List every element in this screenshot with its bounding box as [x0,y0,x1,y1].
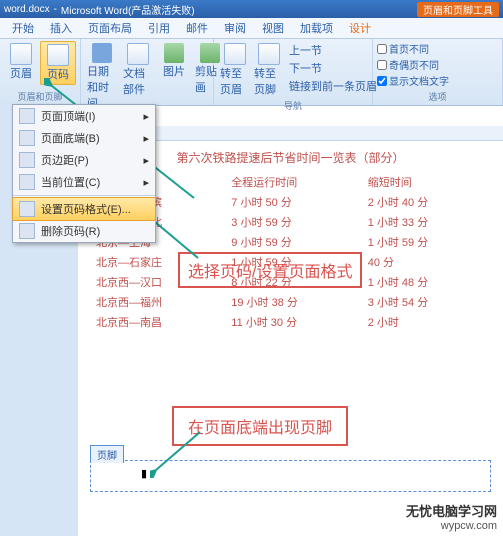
contextual-tab: 页眉和页脚工具 [417,2,499,17]
header-button[interactable]: 页眉 [4,41,38,85]
menu-separator [13,195,155,196]
picture-icon [164,43,184,63]
footer-tab-label: 页脚 [90,445,124,463]
table-row: 北京西—南昌11 小时 30 分2 小时 [92,312,489,332]
group-opt-label: 选项 [377,90,498,103]
tab-layout[interactable]: 页面布局 [80,20,140,36]
tab-mailings[interactable]: 邮件 [178,20,216,36]
annotation-footer-appears: 在页面底端出现页脚 [172,406,348,446]
menu-page-top[interactable]: 页面顶端(I)▸ [13,105,155,127]
page-current-icon [19,174,35,190]
page-top-icon [19,108,35,124]
group-nav-label: 导航 [218,99,368,112]
watermark-cn: 无忧电脑学习网 [406,501,497,520]
tab-view[interactable]: 视图 [254,20,292,36]
docparts-icon [127,43,149,65]
gohdr-icon [224,43,246,65]
datetime-button[interactable]: 日期和时间 [85,41,119,113]
menu-page-format[interactable]: 设置页码格式(E)... [12,197,156,221]
showdoc-checkbox[interactable]: 显示文档文字 [377,73,498,88]
watermark-en: wypcw.com [406,520,497,532]
page-margin-icon [19,152,35,168]
annotation-select-format: 选择页码/设置页面格式 [178,252,362,288]
tab-design[interactable]: 设计 [341,20,379,36]
tab-home[interactable]: 开始 [4,20,42,36]
tab-insert[interactable]: 插入 [42,20,80,36]
app-name: Microsoft Word(产品激活失败) [61,2,195,17]
pagenum-menu: 页面顶端(I)▸ 页面底端(B)▸ 页边距(P)▸ 当前位置(C)▸ 设置页码格… [12,104,156,243]
tab-review[interactable]: 审阅 [216,20,254,36]
page-bottom-icon [19,130,35,146]
oddeven-checkbox[interactable]: 奇偶页不同 [377,57,498,72]
header-icon [10,43,32,65]
pagenum-button[interactable]: 页码 [40,41,76,85]
table-row: 北京西—福州19 小时 38 分3 小时 54 分 [92,292,489,312]
menu-page-remove[interactable]: 删除页码(R) [13,220,155,242]
datetime-icon [92,43,112,63]
menu-page-margin[interactable]: 页边距(P)▸ [13,149,155,171]
ribbon: 页眉 页码 页眉和页脚 日期和时间 文档部件 图片 剪贴画 插入 转至页眉 转至… [0,39,503,106]
firstpage-checkbox[interactable]: 首页不同 [377,41,498,56]
tab-addins[interactable]: 加载项 [292,20,341,36]
link-prev-button[interactable]: 链接到前一条页眉 [286,77,380,95]
cursor-icon: ▮ [141,467,147,480]
pagenum-icon [47,44,69,66]
picture-button[interactable]: 图片 [157,41,191,113]
menu-page-current[interactable]: 当前位置(C)▸ [13,171,155,193]
tab-references[interactable]: 引用 [140,20,178,36]
prev-section-button[interactable]: 上一节 [286,41,380,59]
next-section-button[interactable]: 下一节 [286,59,380,77]
docparts-button[interactable]: 文档部件 [121,41,155,113]
menu-page-bottom[interactable]: 页面底端(B)▸ [13,127,155,149]
page-format-icon [19,201,35,217]
goftr-icon [258,43,280,65]
goftr-button[interactable]: 转至页脚 [252,41,286,99]
group-hf-label: 页眉和页脚 [4,90,76,103]
watermark: 无忧电脑学习网 wypcw.com [406,501,497,532]
title-bar: word.docx - Microsoft Word(产品激活失败) 页眉和页脚… [0,0,503,18]
page-remove-icon [19,223,35,239]
footer-region[interactable]: 页脚 ▮ [90,460,491,492]
file-name: word.docx [4,4,50,15]
gohdr-button[interactable]: 转至页眉 [218,41,252,99]
ribbon-tabs: 开始 插入 页面布局 引用 邮件 审阅 视图 加载项 设计 [0,18,503,39]
